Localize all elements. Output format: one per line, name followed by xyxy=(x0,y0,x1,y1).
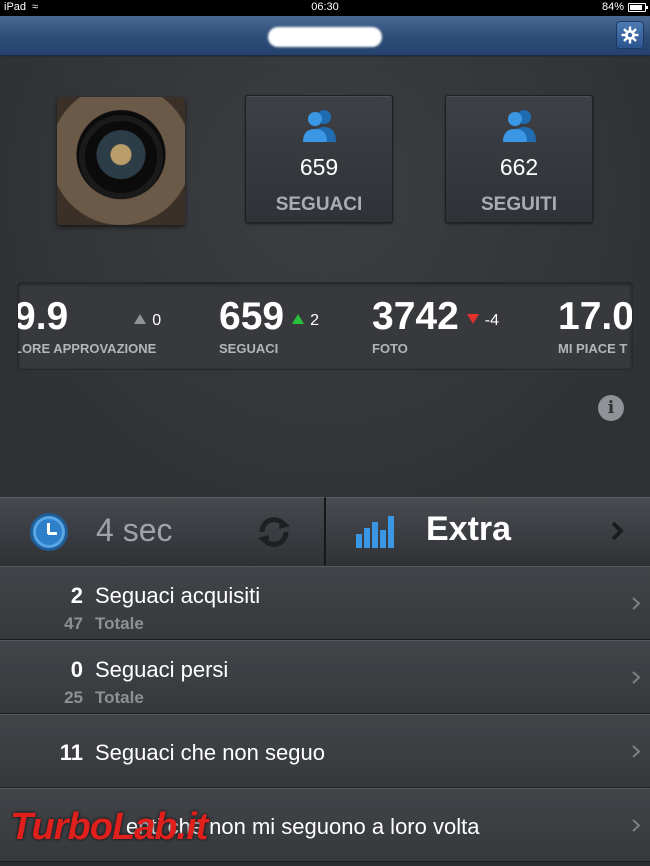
ticker-caption: SEGUACI xyxy=(219,341,279,356)
profile-panel: 659 SEGUACI 662 SEGUITI 9.9 0 LORE APPROV… xyxy=(0,57,650,497)
nav-bar xyxy=(0,16,650,56)
avatar[interactable] xyxy=(57,97,185,225)
ticker-value: 17.0 xyxy=(558,295,633,338)
ticker-value: 9.9 xyxy=(17,295,69,338)
ticker-item-approval: 9.9 0 LORE APPROVAZIONE xyxy=(17,295,161,356)
gear-icon xyxy=(621,26,639,44)
followers-button[interactable]: 659 SEGUACI xyxy=(245,95,393,223)
chevron-right-icon xyxy=(611,521,624,541)
people-icon xyxy=(503,110,536,142)
item-title: Seguaci acquisiti xyxy=(95,583,261,608)
refresh-icon[interactable] xyxy=(254,512,294,552)
trend-down-icon xyxy=(466,314,479,324)
list-item-followers-gained[interactable]: 2 Seguaci acquisiti 47 Totale xyxy=(0,566,650,640)
item-title: Seguaci che non seguo xyxy=(95,740,325,765)
status-bar: iPad ≈ 06:30 84% xyxy=(0,0,650,16)
clock-icon xyxy=(30,513,68,551)
following-button[interactable]: 662 SEGUITI xyxy=(445,95,593,223)
item-title: Seguaci persi xyxy=(95,657,229,682)
ticker-value: 3742 xyxy=(372,295,459,338)
extra-label: Extra xyxy=(426,510,512,548)
following-label: SEGUITI xyxy=(480,194,557,215)
ticker-item-photos: 3742 -4 FOTO xyxy=(372,295,499,356)
followers-label: SEGUACI xyxy=(275,194,363,215)
ticker-delta: 2 xyxy=(292,312,319,330)
item-count: 11 xyxy=(59,740,83,765)
watermark-logo: TurboLab.it xyxy=(10,806,208,848)
settings-button[interactable] xyxy=(616,21,644,49)
bar-chart-icon xyxy=(356,516,394,548)
chevron-right-icon xyxy=(632,597,640,610)
list-item-followers-lost[interactable]: 0 Seguaci persi 25 Totale xyxy=(0,640,650,714)
trend-flat-icon xyxy=(134,314,147,324)
chevron-right-icon xyxy=(632,671,640,684)
refresh-interval: 4 sec xyxy=(96,512,173,548)
refresh-section[interactable]: 4 sec xyxy=(0,497,325,565)
extra-button[interactable]: Extra xyxy=(326,497,650,565)
item-count: 2 xyxy=(70,583,83,608)
delta-value: -4 xyxy=(484,312,499,329)
battery-icon xyxy=(628,3,648,12)
status-time: 06:30 xyxy=(311,1,339,13)
item-count: 0 xyxy=(70,657,83,682)
stats-ticker[interactable]: 9.9 0 LORE APPROVAZIONE 659 2 SEGUACI 3742… xyxy=(17,282,633,370)
chevron-right-icon xyxy=(632,745,640,758)
item-total-count: 25 xyxy=(64,688,83,707)
ticker-caption: FOTO xyxy=(372,341,408,356)
people-icon xyxy=(303,110,336,142)
info-icon[interactable]: i xyxy=(598,395,624,421)
item-total-label: Totale xyxy=(95,688,144,707)
delta-value: 2 xyxy=(310,312,319,329)
ticker-delta: 0 xyxy=(134,312,161,330)
delta-value: 0 xyxy=(152,312,162,329)
chevron-right-icon xyxy=(632,819,640,832)
ticker-delta: -4 xyxy=(466,312,499,330)
item-total-count: 47 xyxy=(64,614,83,633)
ticker-item-likes: 17.0 MI PIACE T xyxy=(558,295,633,356)
following-count: 662 xyxy=(499,154,539,180)
toolbar: 4 sec Extra xyxy=(0,497,650,565)
ticker-item-followers: 659 2 SEGUACI xyxy=(219,295,319,356)
list-item-not-following-back[interactable]: 11 Seguaci che non seguo xyxy=(0,714,650,788)
battery-percent: 84% xyxy=(601,1,624,13)
item-total-label: Totale xyxy=(95,614,144,633)
ticker-value: 659 xyxy=(219,295,285,338)
account-name-redacted xyxy=(268,27,382,47)
ticker-caption: MI PIACE T xyxy=(558,341,628,356)
camera-lens-image xyxy=(79,115,163,199)
ticker-caption: LORE APPROVAZIONE xyxy=(17,341,157,356)
followers-count: 659 xyxy=(299,154,339,180)
trend-up-icon xyxy=(292,314,305,324)
